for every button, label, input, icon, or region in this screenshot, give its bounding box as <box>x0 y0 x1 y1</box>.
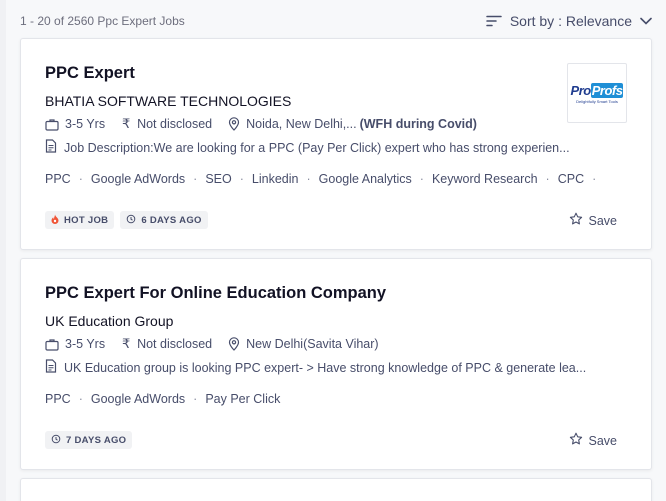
tag: Google AdWords <box>90 172 186 186</box>
job-meta: 3-5 Yrs ₹ Not disclosed Noida, New Delhi… <box>45 116 493 132</box>
tag: Keyword Research <box>431 172 538 186</box>
job-title[interactable]: PPC Expert <box>45 64 135 83</box>
skill-tags: PPC · Google AdWords · Pay Per Click <box>45 392 281 406</box>
location-text: Noida, New Delhi,... <box>246 117 357 131</box>
salary: ₹ Not disclosed <box>121 336 213 351</box>
briefcase-icon <box>45 338 59 351</box>
document-icon <box>45 359 57 376</box>
job-badges: 7 DAYS AGO <box>45 431 133 449</box>
location: Noida, New Delhi,... (WFH during Covid) <box>228 117 477 131</box>
company-logo[interactable]: ProProfs Delightfully Smart Tools <box>567 63 627 123</box>
save-button[interactable]: Save <box>569 432 617 449</box>
salary: ₹ Not disclosed <box>121 116 213 131</box>
sort-label: Sort by : Relevance <box>509 13 632 29</box>
tag: SEO <box>205 172 232 186</box>
flame-icon <box>51 214 59 227</box>
briefcase-icon <box>45 118 59 131</box>
document-icon <box>45 139 57 156</box>
tag: PPC <box>45 392 71 406</box>
job-card-partial[interactable] <box>20 478 652 501</box>
experience: 3-5 Yrs <box>45 337 105 351</box>
tag: Google Analytics <box>318 172 412 186</box>
company-name[interactable]: BHATIA SOFTWARE TECHNOLOGIES <box>45 93 291 109</box>
rupee-icon: ₹ <box>121 336 131 351</box>
posted-badge: 7 DAYS AGO <box>45 431 133 449</box>
results-count: 1 - 20 of 2560 Ppc Expert Jobs <box>20 14 185 28</box>
location-text: New Delhi(Savita Vihar) <box>246 337 379 351</box>
tag: PPC <box>45 172 71 186</box>
location-pin-icon <box>228 337 240 351</box>
wfh-note: (WFH during Covid) <box>359 117 477 131</box>
tag: Linkedin <box>251 172 299 186</box>
job-meta: 3-5 Yrs ₹ Not disclosed New Delhi(Savita… <box>45 336 395 352</box>
posted-badge: 6 DAYS AGO <box>120 211 208 229</box>
results-header: 1 - 20 of 2560 Ppc Expert Jobs Sort by :… <box>20 10 652 32</box>
job-card[interactable]: PPC Expert BHATIA SOFTWARE TECHNOLOGIES … <box>20 38 652 250</box>
job-title[interactable]: PPC Expert For Online Education Company <box>45 284 386 303</box>
company-name[interactable]: UK Education Group <box>45 313 173 329</box>
logo-tagline: Delightfully Smart Tools <box>576 98 618 104</box>
location: New Delhi(Savita Vihar) <box>228 337 379 351</box>
location-pin-icon <box>228 117 240 131</box>
job-badges: HOT JOB 6 DAYS AGO <box>45 211 208 229</box>
tag: Pay Per Click <box>205 392 281 406</box>
experience: 3-5 Yrs <box>45 117 105 131</box>
hot-job-badge: HOT JOB <box>45 211 115 229</box>
tag: Google AdWords <box>90 392 186 406</box>
skill-tags: PPC · Google AdWords · SEO · Linkedin · Goog… <box>45 172 597 186</box>
history-icon <box>126 214 136 227</box>
left-gutter <box>0 0 6 501</box>
job-card[interactable]: PPC Expert For Online Education Company … <box>20 258 652 470</box>
logo-wordmark: ProProfs <box>570 82 624 98</box>
star-icon <box>569 432 583 449</box>
save-button[interactable]: Save <box>569 212 617 229</box>
chevron-down-icon <box>640 17 652 25</box>
job-description: UK Education group is looking PPC expert… <box>45 359 586 376</box>
tag: CPC <box>557 172 585 186</box>
sort-dropdown[interactable]: Sort by : Relevance <box>486 13 652 29</box>
job-description: Job Description:We are looking for a PPC… <box>45 139 570 156</box>
sort-icon <box>486 15 502 27</box>
history-icon <box>51 434 61 447</box>
rupee-icon: ₹ <box>121 116 131 131</box>
star-icon <box>569 212 583 229</box>
